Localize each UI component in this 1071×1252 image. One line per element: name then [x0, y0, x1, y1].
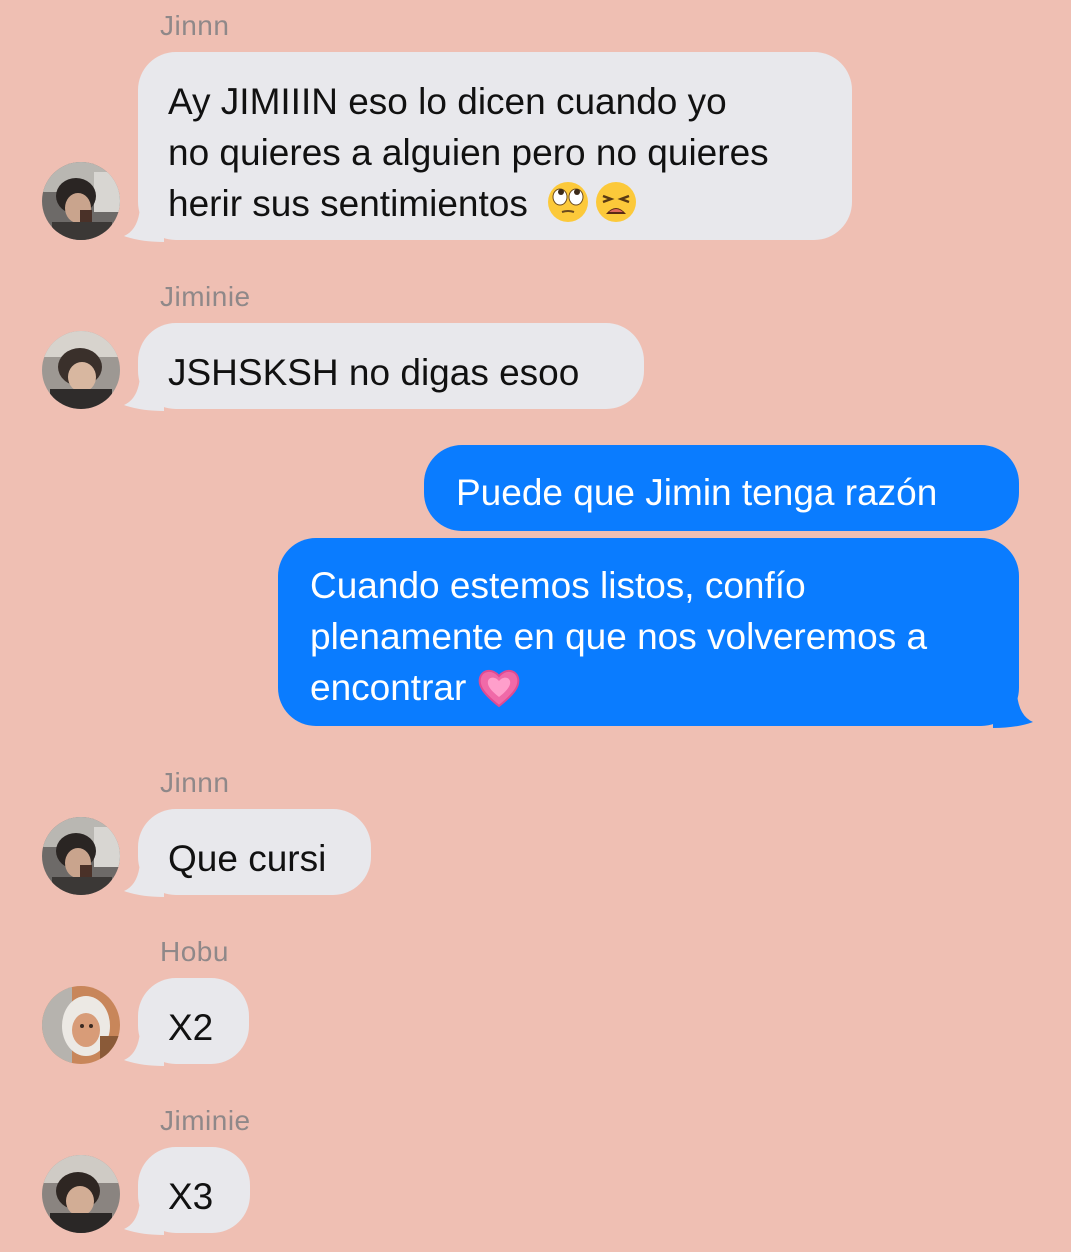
- message-text-last: encontrar: [310, 662, 987, 713]
- message-bubble[interactable]: Que cursi: [124, 809, 371, 897]
- sender-name: Jiminie: [160, 281, 251, 312]
- avatar-hobu[interactable]: [42, 986, 120, 1064]
- bubble-tail: [124, 1201, 164, 1235]
- message-text: herir sus sentimientos: [168, 183, 528, 224]
- bubble-tail: [124, 377, 164, 411]
- outgoing-message-bubble[interactable]: Puede que Jimin tenga razón: [424, 445, 1019, 531]
- bubble-tail: [993, 694, 1033, 728]
- avatar-jinnn[interactable]: [42, 162, 120, 240]
- message-bubble[interactable]: Ay JIMIIIN eso lo dicen cuando yo no qui…: [124, 52, 852, 242]
- chat-thread: Jinnn Ay JIMIIIN eso lo dicen cuando yo …: [0, 0, 1071, 1252]
- message-text: Ay JIMIIIN eso lo dicen cuando yo: [168, 81, 727, 122]
- message-text: encontrar: [310, 667, 467, 708]
- bubble-tail: [124, 863, 164, 897]
- message-text: JSHSKSH no digas esoo: [168, 352, 580, 393]
- message-text-last: herir sus sentimientos: [168, 178, 822, 229]
- message-text: no quieres a alguien pero no quieres: [168, 132, 769, 173]
- face-with-rolling-eyes-icon: [547, 182, 588, 222]
- message-bubble[interactable]: X2: [124, 978, 249, 1066]
- avatar-jinnn[interactable]: [42, 817, 120, 895]
- message-text: X3: [168, 1176, 214, 1217]
- weary-face-icon: [595, 182, 636, 222]
- message-bubble[interactable]: X3: [124, 1147, 250, 1235]
- growing-heart-icon: [478, 670, 520, 708]
- sender-name: Jiminie: [160, 1105, 251, 1136]
- message-text: Puede que Jimin tenga razón: [456, 472, 938, 513]
- sender-name: Jinnn: [160, 767, 230, 798]
- message-bubble[interactable]: JSHSKSH no digas esoo: [124, 323, 644, 411]
- message-text: Que cursi: [168, 838, 327, 879]
- outgoing-message-bubble[interactable]: Cuando estemos listos, confío plenamente…: [278, 538, 1033, 728]
- sender-name: Hobu: [160, 936, 229, 967]
- message-text: X2: [168, 1007, 214, 1048]
- message-text: plenamente en que nos volveremos a: [310, 616, 928, 657]
- message-text: Cuando estemos listos, confío: [310, 565, 806, 606]
- sender-name: Jinnn: [160, 10, 230, 41]
- avatar-jiminie[interactable]: [42, 1155, 120, 1233]
- bubble-tail: [124, 1032, 164, 1066]
- avatar-jiminie[interactable]: [42, 331, 120, 409]
- bubble-tail: [124, 208, 164, 242]
